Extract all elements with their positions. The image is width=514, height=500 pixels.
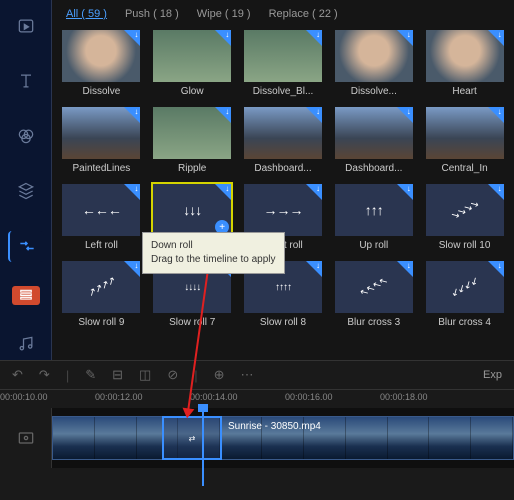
selected-segment[interactable]: ⇄ bbox=[162, 416, 222, 460]
transition-label: Dashboard... bbox=[345, 163, 402, 174]
element-tool[interactable] bbox=[12, 286, 40, 305]
transition-label: Up roll bbox=[359, 240, 388, 251]
clip-label: Sunrise - 30850.mp4 bbox=[228, 421, 321, 432]
video-track[interactable]: Sunrise - 30850.mp4 ⇄ bbox=[52, 408, 514, 468]
export-button[interactable]: Exp bbox=[483, 369, 502, 381]
text-icon bbox=[16, 71, 36, 91]
transition-item[interactable]: ↗↗↗↗Slow roll 9 bbox=[62, 261, 141, 328]
more-button[interactable]: ⋯ bbox=[241, 367, 254, 383]
tooltip-hint: Drag to the timeline to apply bbox=[151, 253, 276, 267]
tooltip-title: Down roll bbox=[151, 239, 276, 253]
transition-label: Glow bbox=[181, 86, 204, 97]
transition-item[interactable]: ↙↙↙↙Blur cross 4 bbox=[425, 261, 504, 328]
delete-button[interactable]: ⊘ bbox=[167, 367, 178, 383]
transition-label: Heart bbox=[452, 86, 476, 97]
timeline-panel: ↶ ↷ | ✎ ⊟ ◫ ⊘ | ⊕ ⋯ Exp 00:00:10.0000:00… bbox=[0, 360, 514, 500]
cut-button[interactable]: ✎ bbox=[85, 367, 96, 383]
split-button[interactable]: ⊟ bbox=[112, 367, 123, 383]
overlay-icon bbox=[16, 181, 36, 201]
ruler-tick: 00:00:14.00 bbox=[190, 392, 238, 402]
transition-label: PaintedLines bbox=[72, 163, 130, 174]
media-tool[interactable] bbox=[8, 10, 44, 41]
transition-tool[interactable] bbox=[8, 231, 44, 262]
audio-tool[interactable] bbox=[8, 329, 44, 360]
transition-label: Slow roll 9 bbox=[78, 317, 124, 328]
tab-wipe[interactable]: Wipe ( 19 ) bbox=[197, 8, 251, 20]
transition-icon bbox=[17, 236, 37, 256]
track-header[interactable] bbox=[0, 408, 52, 468]
text-tool[interactable] bbox=[8, 65, 44, 96]
redo-button[interactable]: ↷ bbox=[39, 367, 50, 383]
transition-item[interactable]: PaintedLines bbox=[62, 107, 141, 174]
overlay-tool[interactable] bbox=[8, 175, 44, 206]
transition-label: Slow roll 10 bbox=[439, 240, 491, 251]
transition-item[interactable]: Ripple bbox=[153, 107, 232, 174]
transition-item[interactable]: Dissolve... bbox=[334, 30, 413, 97]
undo-button[interactable]: ↶ bbox=[12, 367, 23, 383]
audio-icon bbox=[16, 334, 36, 354]
tooltip: Down roll Drag to the timeline to apply bbox=[142, 232, 285, 274]
filter-icon bbox=[16, 126, 36, 146]
category-tabs: All ( 59 ) Push ( 18 ) Wipe ( 19 ) Replace … bbox=[62, 8, 504, 20]
transitions-panel: All ( 59 ) Push ( 18 ) Wipe ( 19 ) Replace … bbox=[52, 0, 514, 360]
filter-tool[interactable] bbox=[8, 120, 44, 151]
tab-all[interactable]: All ( 59 ) bbox=[66, 8, 107, 20]
transitions-grid: Dissolve Glow Dissolve_Bl... Dissolve... Hea… bbox=[62, 30, 504, 328]
tab-replace[interactable]: Replace ( 22 ) bbox=[269, 8, 338, 20]
transition-label: Central_In bbox=[442, 163, 488, 174]
transition-label: Slow roll 8 bbox=[260, 317, 306, 328]
transition-label: Blur cross 4 bbox=[438, 317, 491, 328]
ruler-tick: 00:00:18.00 bbox=[380, 392, 428, 402]
transition-label: Slow roll 7 bbox=[169, 317, 215, 328]
timeline-toolbar: ↶ ↷ | ✎ ⊟ ◫ ⊘ | ⊕ ⋯ Exp bbox=[0, 360, 514, 390]
crop-button[interactable]: ◫ bbox=[139, 367, 151, 383]
transition-item[interactable]: Dashboard... bbox=[244, 107, 323, 174]
transition-label: Ripple bbox=[178, 163, 206, 174]
transition-item[interactable]: ↘↘↘↘Slow roll 10 bbox=[425, 184, 504, 251]
transition-item[interactable]: ←←←Left roll bbox=[62, 184, 141, 251]
transition-item[interactable]: ↑↑↑Up roll bbox=[334, 184, 413, 251]
transition-label: Dissolve bbox=[83, 86, 121, 97]
time-ruler[interactable]: 00:00:10.00 00:00:12.00 00:00:14.00 00:00:1… bbox=[0, 390, 514, 408]
ruler-tick: 00:00:16.00 bbox=[285, 392, 333, 402]
ruler-tick: 00:00:10.00 bbox=[0, 392, 48, 402]
transition-label: Dashboard... bbox=[254, 163, 311, 174]
transition-item[interactable]: Heart bbox=[425, 30, 504, 97]
transition-item[interactable]: Dissolve_Bl... bbox=[244, 30, 323, 97]
video-clip[interactable]: Sunrise - 30850.mp4 bbox=[52, 416, 514, 460]
media-icon bbox=[16, 16, 36, 36]
transition-label: Dissolve_Bl... bbox=[253, 86, 314, 97]
lock-icon bbox=[16, 428, 36, 448]
element-icon bbox=[18, 288, 34, 302]
transition-item[interactable]: Glow bbox=[153, 30, 232, 97]
transition-item[interactable]: ↖↖↖↖Blur cross 3 bbox=[334, 261, 413, 328]
transition-label: Blur cross 3 bbox=[347, 317, 400, 328]
side-toolbar bbox=[0, 0, 52, 360]
transition-item[interactable]: Central_In bbox=[425, 107, 504, 174]
playhead[interactable] bbox=[202, 408, 204, 486]
transition-item[interactable]: Dissolve bbox=[62, 30, 141, 97]
transition-label: Dissolve... bbox=[351, 86, 397, 97]
transition-label: Left roll bbox=[85, 240, 118, 251]
ruler-tick: 00:00:12.00 bbox=[95, 392, 143, 402]
tab-push[interactable]: Push ( 18 ) bbox=[125, 8, 179, 20]
transition-item[interactable]: Dashboard... bbox=[334, 107, 413, 174]
settings-button[interactable]: ⊕ bbox=[214, 367, 225, 383]
